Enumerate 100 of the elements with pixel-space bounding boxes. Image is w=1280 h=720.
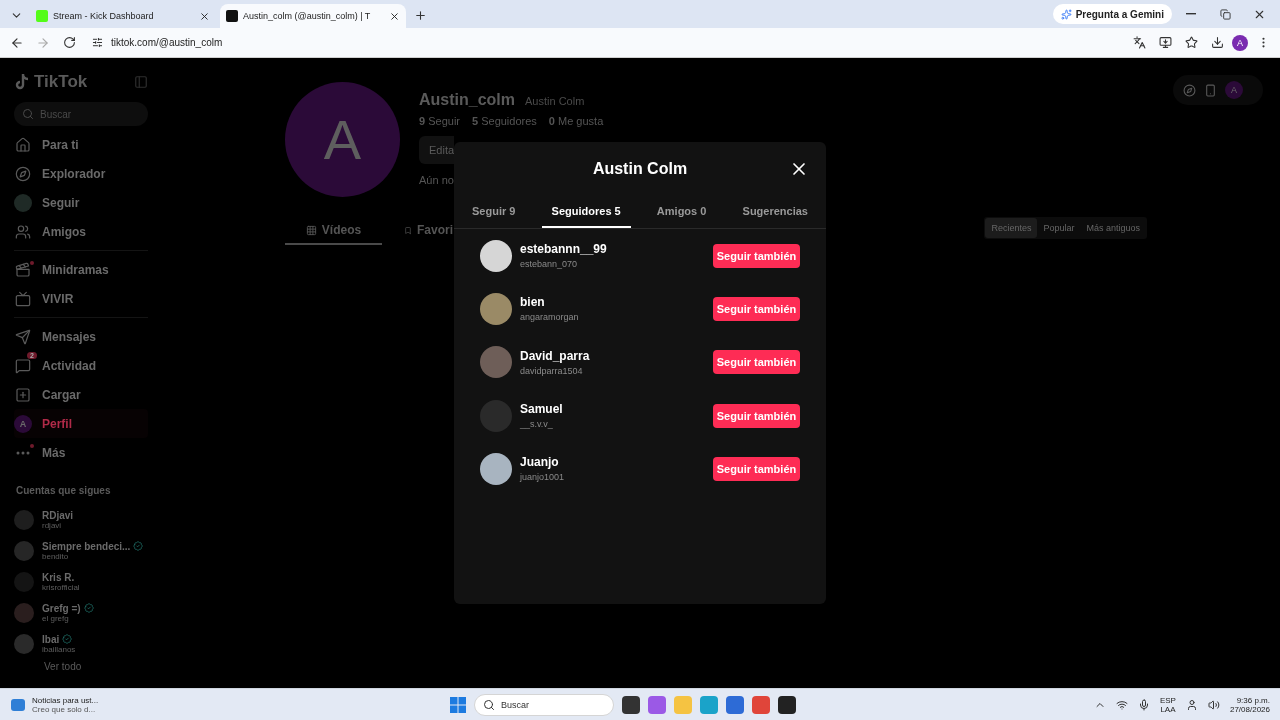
avatar-photo[interactable] <box>480 452 512 485</box>
default-avatar[interactable] <box>480 239 512 272</box>
profile-stat[interactable]: 9 Seguir <box>419 115 460 127</box>
follower-name[interactable]: estebannn__99 <box>520 242 713 257</box>
user-icon[interactable] <box>1185 698 1198 711</box>
see-all-link[interactable]: Ver todo <box>14 659 148 673</box>
dialog-tab[interactable]: Seguidores 5 <box>541 196 631 228</box>
follow-back-button[interactable]: Seguir también <box>713 350 800 375</box>
account-name[interactable]: Grefg =) <box>42 602 94 614</box>
account-handle: ibaillanos <box>42 644 76 654</box>
profile-avatar: A <box>285 82 400 197</box>
follow-back-button[interactable]: Seguir también <box>713 403 800 428</box>
bookmark-icon <box>404 224 412 236</box>
favicon-icon <box>226 10 238 22</box>
start-icon[interactable] <box>450 696 466 713</box>
tv-icon <box>15 290 31 307</box>
follower-name[interactable]: Juanjo <box>520 455 713 470</box>
site-info-icon[interactable] <box>92 37 103 48</box>
mic-icon[interactable] <box>1137 698 1150 711</box>
close-icon[interactable] <box>389 10 400 22</box>
translate-icon <box>1132 36 1146 49</box>
account-handle: bendito <box>42 551 69 561</box>
clock-date[interactable]: 27/08/2026 <box>1229 704 1270 714</box>
news-title[interactable]: Noticias para ust... <box>32 695 99 705</box>
account-handle: rdjavi <box>42 520 62 530</box>
follower-name[interactable]: bien <box>520 295 713 310</box>
taskbar-search[interactable]: Buscar <box>474 693 614 716</box>
region-indicator[interactable]: LAA <box>1159 704 1176 714</box>
dialog-tab[interactable]: Sugerencias <box>732 196 818 228</box>
address-bar[interactable]: tiktok.com/@austin_colm <box>84 31 1124 54</box>
verified-icon <box>83 603 94 613</box>
sort-option[interactable]: Más antiguos <box>1080 218 1146 238</box>
close-icon[interactable] <box>199 10 210 22</box>
logo-text: TikTok <box>34 72 88 92</box>
account-handle: krisrofficial <box>42 582 80 592</box>
follower-name[interactable]: David_parra <box>520 348 713 363</box>
clapperboard-icon <box>15 261 31 278</box>
browser-tab[interactable]: Austin_colm (@austin_colm) | T <box>220 4 406 28</box>
sidebar-item[interactable]: Para ti <box>14 130 148 159</box>
profile-tab[interactable]: Favori <box>404 217 453 245</box>
follower-handle: angaramorgan <box>520 312 580 323</box>
account-name[interactable]: RDjavi <box>42 509 74 521</box>
account-handle: el grefg <box>42 613 70 623</box>
compass-icon <box>15 165 31 182</box>
plus-icon <box>15 386 31 403</box>
avatar-photo[interactable] <box>480 292 512 325</box>
follower-handle: juanjo1001 <box>520 472 566 483</box>
follower-handle: __s.v.v_ <box>520 419 554 430</box>
sidebar-item[interactable]: A Perfil <box>14 409 148 438</box>
wifi-icon[interactable] <box>1115 698 1128 711</box>
language-indicator[interactable]: ESP <box>1159 695 1176 705</box>
app-icon[interactable] <box>622 695 640 714</box>
dialog-tab[interactable]: Seguir 9 <box>462 196 526 228</box>
sidebar-item[interactable]: Más <box>14 438 148 467</box>
monitor-icon <box>1158 36 1172 49</box>
grid-icon <box>305 224 317 236</box>
follower-name[interactable]: Samuel <box>520 402 713 417</box>
profile-stat[interactable]: 0 Me gusta <box>548 115 604 127</box>
edit-profile-button[interactable]: Edita <box>419 136 454 164</box>
sort-option[interactable]: Popular <box>1037 218 1081 238</box>
sort-option[interactable]: Recientes <box>985 218 1038 238</box>
news-icon[interactable] <box>10 696 26 713</box>
gemini-button[interactable]: Pregunta a Gemini <box>1052 4 1172 24</box>
follower-handle: estebann_070 <box>520 259 579 270</box>
sidebar-item[interactable]: Mensajes <box>14 322 148 351</box>
sidebar-item[interactable]: VIVIR <box>14 284 148 313</box>
account-name[interactable]: Siempre bendeci... <box>42 540 144 552</box>
search-field[interactable]: Buscar <box>14 102 148 126</box>
app-icon[interactable] <box>778 695 796 714</box>
back-arrow-icon <box>10 35 24 50</box>
username: Austin_colm <box>419 91 515 109</box>
profile-stat[interactable]: 5 Seguidores <box>472 115 537 127</box>
profile-avatar[interactable]: A <box>1225 81 1243 99</box>
compass-icon[interactable] <box>1183 83 1196 97</box>
dialog-title: Austin Colm <box>592 160 688 178</box>
sidebar-item[interactable]: Explorador <box>14 159 148 188</box>
account-name[interactable]: Ibai <box>42 633 76 645</box>
search-icon <box>22 108 34 120</box>
browser-tab[interactable]: Stream - Kick Dashboard <box>30 4 216 28</box>
account-name[interactable]: Kris R. <box>42 571 80 583</box>
sidebar-item[interactable]: Cargar <box>14 380 148 409</box>
phone-icon[interactable] <box>1204 83 1217 97</box>
logo-icon <box>14 73 30 91</box>
clock-time[interactable]: 9:36 p.m. <box>1229 695 1270 705</box>
profile-avatar[interactable]: A <box>1232 34 1248 51</box>
follow-back-button[interactable]: Seguir también <box>713 456 800 481</box>
sidebar-toggle-icon[interactable] <box>134 75 148 89</box>
follow-back-button[interactable]: Seguir también <box>713 243 800 268</box>
home-icon <box>15 136 31 153</box>
follow-back-button[interactable]: Seguir también <box>713 296 800 321</box>
dialog-tab[interactable]: Amigos 0 <box>646 196 717 228</box>
sidebar-item[interactable]: Minidramas <box>14 255 148 284</box>
news-text: Creo que solo d... <box>32 704 97 714</box>
sidebar-item[interactable]: Seguir <box>14 188 148 217</box>
profile-tab[interactable]: Vídeos <box>285 217 382 245</box>
verified-icon <box>133 541 144 551</box>
profile-avatar: A <box>14 414 32 433</box>
friends-icon <box>15 223 31 240</box>
volume-icon[interactable] <box>1207 698 1220 711</box>
sidebar-item[interactable]: Amigos <box>14 217 148 246</box>
